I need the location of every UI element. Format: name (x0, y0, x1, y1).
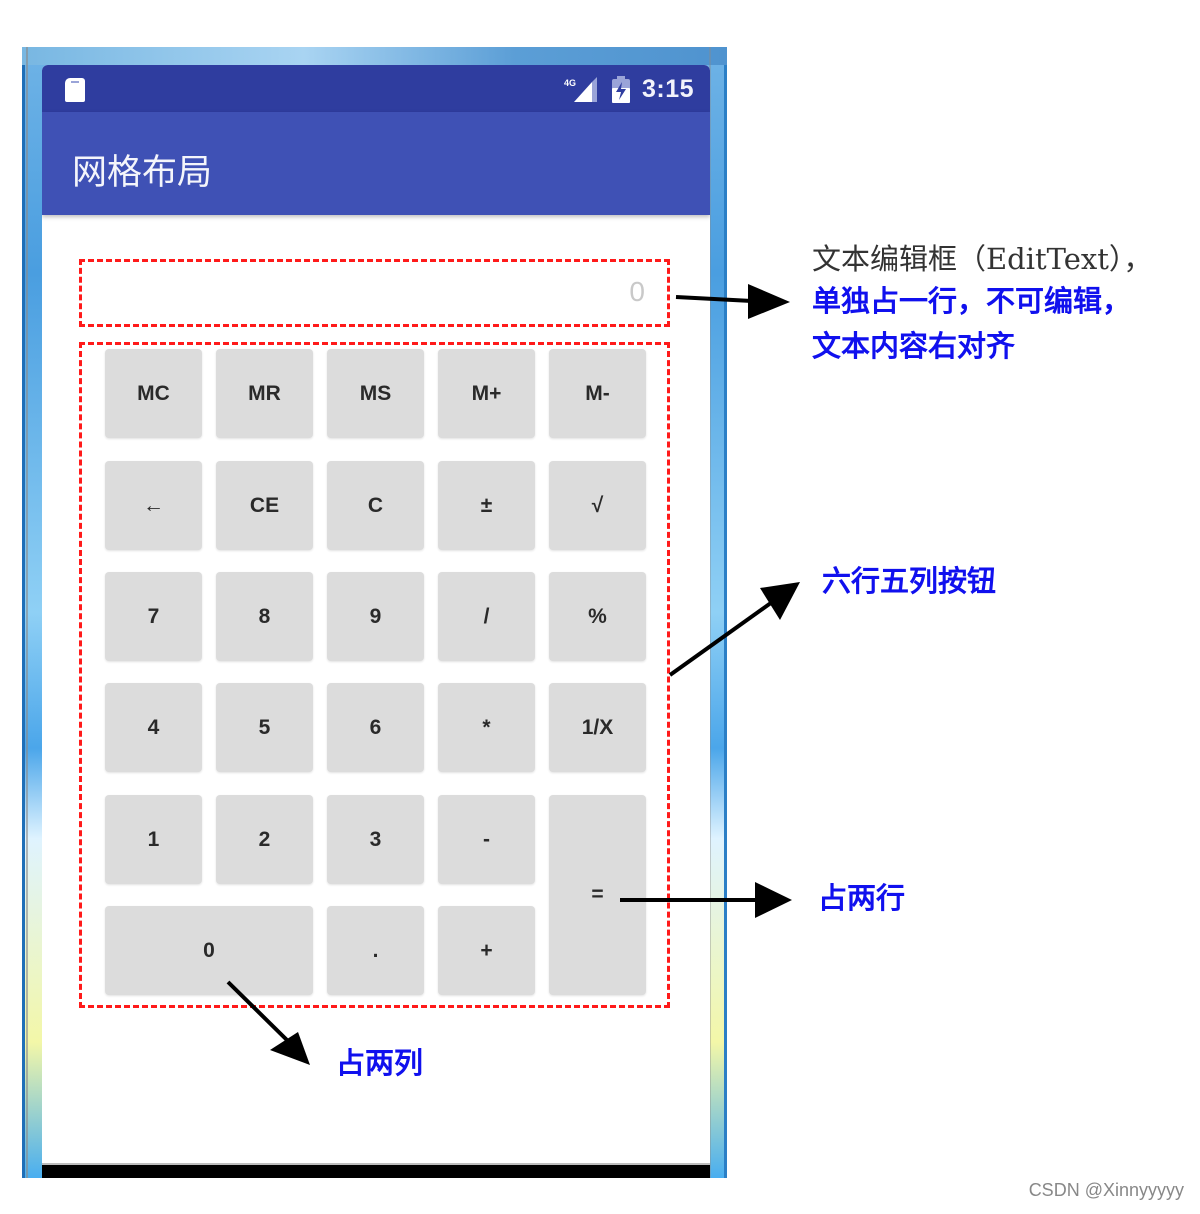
button-sqrt[interactable]: √ (549, 461, 646, 550)
button-label: 3 (369, 827, 382, 851)
button-label: ± (480, 493, 493, 517)
button-label: M- (585, 381, 610, 405)
navigation-bar (42, 1163, 710, 1178)
button-plus-minus[interactable]: ± (438, 461, 535, 550)
button-0[interactable]: 0 (105, 906, 313, 995)
edit-text-value: 0 (629, 276, 645, 307)
button-equals[interactable]: = (549, 795, 646, 995)
button-ce[interactable]: CE (216, 461, 313, 550)
button-mr[interactable]: MR (216, 349, 313, 438)
button-6[interactable]: 6 (327, 683, 424, 772)
button-plus[interactable]: + (438, 906, 535, 995)
button-label: + (480, 938, 493, 962)
button-9[interactable]: 9 (327, 572, 424, 661)
button-label: 5 (258, 715, 271, 739)
button-ms[interactable]: MS (327, 349, 424, 438)
button-3[interactable]: 3 (327, 795, 424, 884)
edit-text-field[interactable]: 0 (79, 259, 670, 327)
button-label: 2 (258, 827, 271, 851)
button-label: MR (248, 381, 281, 405)
button-percent[interactable]: % (549, 572, 646, 661)
button-label: 6 (369, 715, 382, 739)
button-mc[interactable]: MC (105, 349, 202, 438)
button-backspace[interactable]: ← (105, 461, 202, 550)
battery-charging-icon (612, 76, 630, 103)
button-label: / (483, 604, 490, 628)
button-label: - (483, 827, 490, 851)
button-label: = (591, 883, 604, 906)
button-minus[interactable]: - (438, 795, 535, 884)
button-2[interactable]: 2 (216, 795, 313, 884)
button-decimal[interactable]: . (327, 906, 424, 995)
button-m-minus[interactable]: M- (549, 349, 646, 438)
watermark: CSDN @Xinnyyyyy (1028, 1180, 1184, 1200)
app-title: 网格布局 (72, 153, 213, 193)
button-label: CE (249, 493, 280, 517)
button-label: % (588, 604, 607, 628)
status-bar: 4G 3:15 (42, 65, 710, 112)
button-label: 9 (369, 604, 382, 628)
button-label: ← (143, 493, 164, 517)
button-label: 1 (147, 827, 160, 851)
button-m-plus[interactable]: M+ (438, 349, 535, 438)
button-label: 0 (203, 938, 215, 962)
button-4[interactable]: 4 (105, 683, 202, 772)
app-bar: 网格布局 (42, 112, 710, 215)
button-label: C (367, 493, 384, 517)
annotation-zero-span: 占两列 (336, 1046, 424, 1080)
button-label: MC (137, 381, 170, 405)
button-label: 4 (147, 715, 160, 739)
button-c[interactable]: C (327, 461, 424, 550)
button-1[interactable]: 1 (105, 795, 202, 884)
button-label: . (372, 938, 379, 962)
annotation-edittext-desc-1: 单独占一行，不可编辑， (812, 284, 1132, 318)
button-reciprocal[interactable]: 1/X (549, 683, 646, 772)
network-type-label: 4G (564, 78, 576, 88)
button-label: * (482, 715, 491, 739)
window-frame-top (22, 47, 727, 65)
button-label: 7 (147, 604, 160, 628)
signal-4g-icon: 4G (564, 77, 597, 102)
button-label: MS (359, 381, 392, 405)
annotation-equals-span: 占两行 (818, 881, 906, 915)
status-time: 3:15 (642, 75, 695, 103)
sd-card-icon (65, 78, 85, 102)
button-multiply[interactable]: * (438, 683, 535, 772)
button-divide[interactable]: / (438, 572, 535, 661)
annotation-grid: 六行五列按钮 (822, 564, 997, 598)
button-label: 8 (258, 604, 271, 628)
frame-edge-left (26, 47, 28, 1178)
button-8[interactable]: 8 (216, 572, 313, 661)
button-label: √ (591, 493, 604, 517)
button-7[interactable]: 7 (105, 572, 202, 661)
button-label: M+ (471, 381, 502, 405)
annotation-edittext-title: 文本编辑框（EditText）， (812, 242, 1153, 276)
button-label: 1/X (581, 715, 614, 739)
annotation-edittext-desc-2: 文本内容右对齐 (812, 329, 1016, 363)
button-5[interactable]: 5 (216, 683, 313, 772)
